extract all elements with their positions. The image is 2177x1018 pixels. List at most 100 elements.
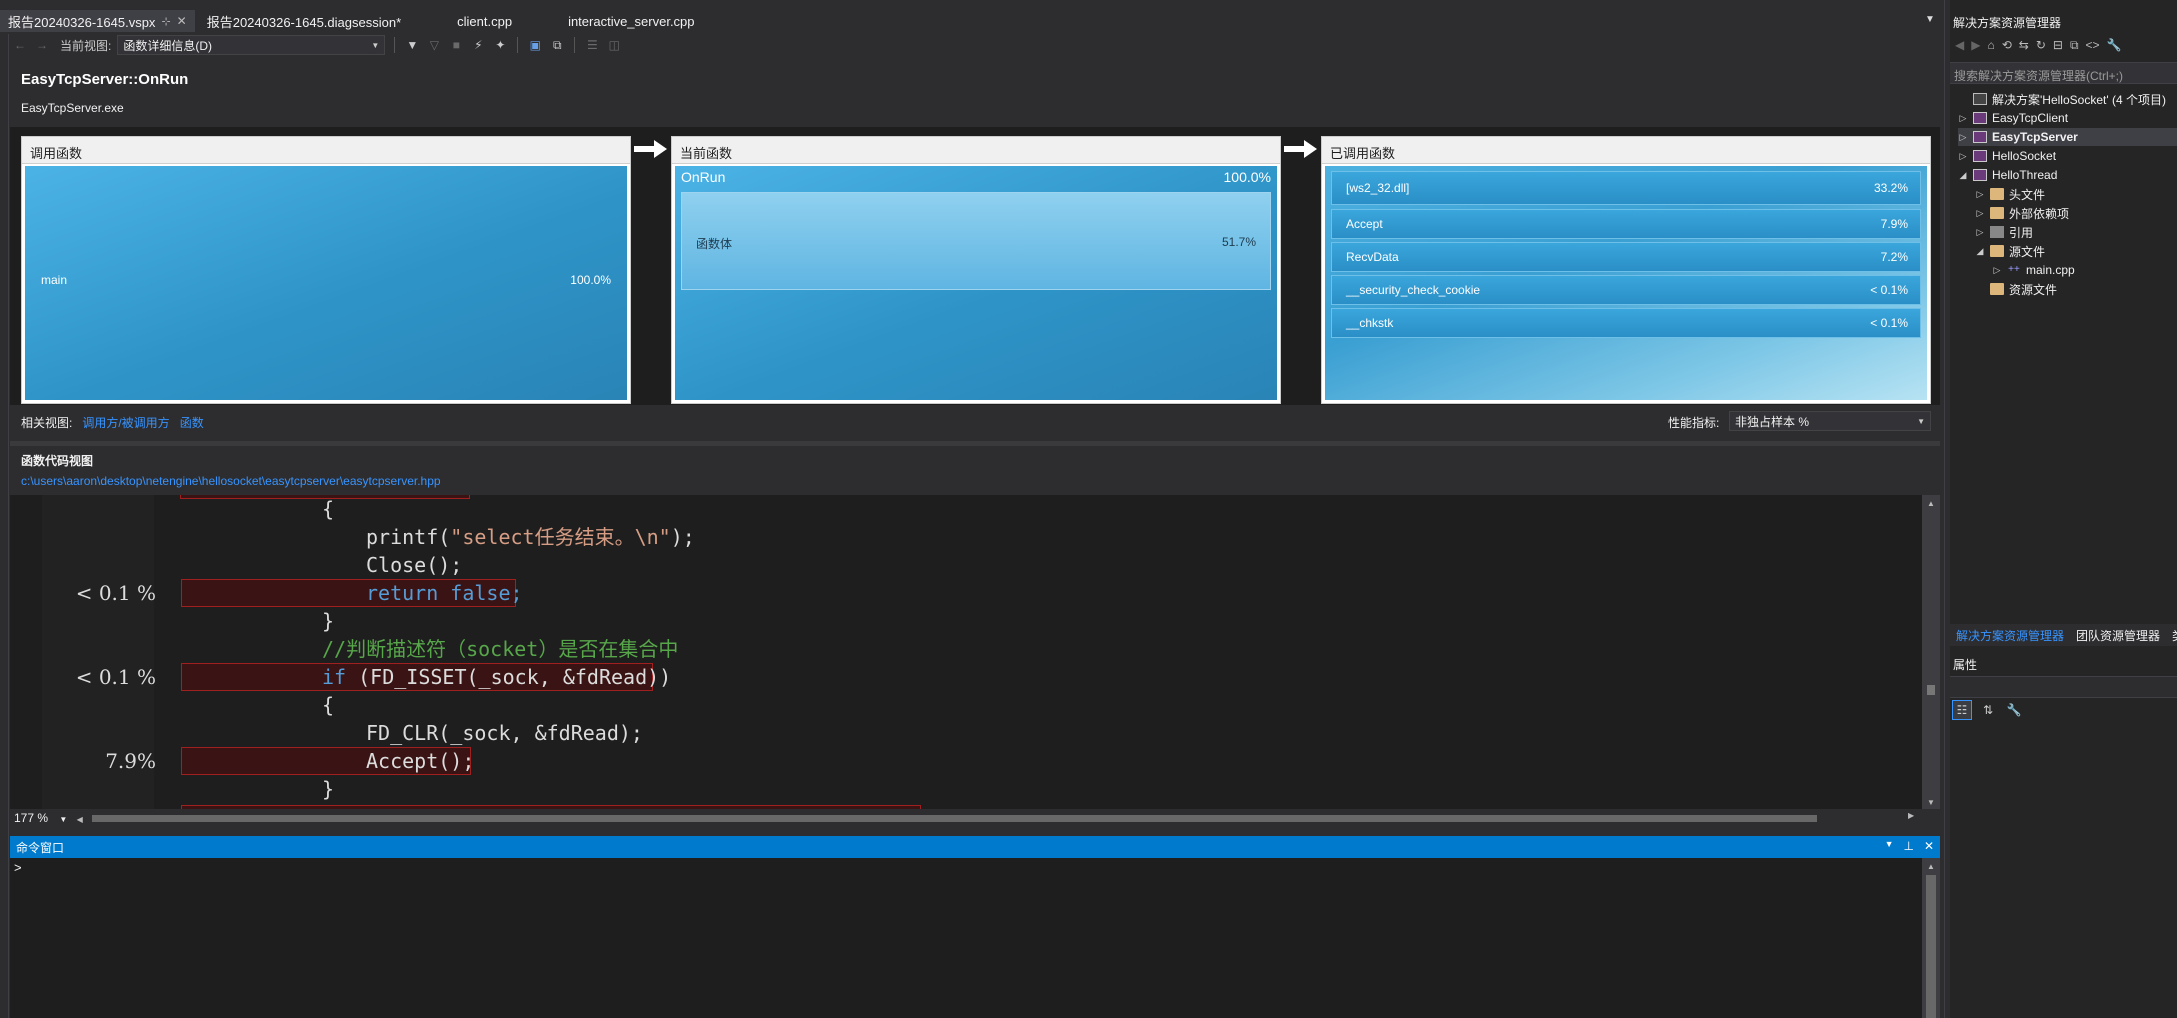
sync-icon[interactable]: ⇆ <box>2019 38 2029 53</box>
metric-select[interactable]: 非独占样本 % ▼ <box>1729 411 1931 431</box>
tree-folder-resources[interactable]: 资源文件 <box>1975 280 2057 298</box>
collapse-icon[interactable]: ◢ <box>1975 246 1985 257</box>
code-view-title: 函数代码视图 <box>21 454 94 468</box>
code-file-path[interactable]: c:\users\aaron\desktop\netengine\helloso… <box>21 474 441 488</box>
current-function-box[interactable]: OnRun 100.0% 函数体 51.7% <box>675 166 1277 400</box>
callee-item[interactable]: [ws2_32.dll] 33.2% <box>1331 171 1921 205</box>
project-icon <box>1973 169 1987 181</box>
callee-item[interactable]: Accept 7.9% <box>1331 209 1921 239</box>
split-vertical-icon[interactable]: ◫ <box>606 37 622 53</box>
show-all-files-icon[interactable]: ⧉ <box>2070 38 2079 53</box>
tree-folder-headers[interactable]: ▷ 头文件 <box>1975 185 2045 203</box>
close-icon[interactable]: ✕ <box>177 14 187 28</box>
expand-icon[interactable]: ▷ <box>1992 265 2002 276</box>
pin-icon[interactable]: ⊹ <box>161 15 170 28</box>
collapse-icon[interactable]: ◢ <box>1958 170 1968 181</box>
expand-icon[interactable]: ▷ <box>1975 208 1985 219</box>
code-vertical-scrollbar[interactable]: ▲ ▼ <box>1922 495 1940 809</box>
save-icon[interactable]: ▣ <box>527 37 543 53</box>
tree-project-easytcpclient[interactable]: ▷ EasyTcpClient <box>1958 109 2069 127</box>
alphabetical-icon[interactable]: ⇅ <box>1978 700 1998 720</box>
callee-item[interactable]: __security_check_cookie < 0.1% <box>1331 275 1921 305</box>
command-window-header: 命令窗口 ▼ ⊥ ✕ <box>10 836 1940 858</box>
callee-item[interactable]: RecvData 7.2% <box>1331 242 1921 272</box>
chevron-down-icon: ▼ <box>371 40 380 50</box>
forward-arrow-icon[interactable]: → <box>34 37 50 53</box>
tree-solution[interactable]: 解决方案'HelloSocket' (4 个项目) <box>1958 90 2166 108</box>
scroll-left-icon[interactable]: ◀ <box>77 815 83 824</box>
tree-project-hellothread[interactable]: ◢ HelloThread <box>1958 166 2058 184</box>
callers-callees-link[interactable]: 调用方/被调用方 <box>82 414 169 431</box>
filter-icon[interactable]: ▼ <box>404 37 420 53</box>
current-function-percent: 100.0% <box>1223 169 1271 185</box>
tree-project-easytcpserver[interactable]: ▷ EasyTcpServer <box>1958 128 2177 146</box>
hot-path-icon[interactable]: ⚡ <box>470 37 486 53</box>
command-scroll-thumb[interactable] <box>1926 875 1936 1018</box>
callee-percent: 7.9% <box>1880 217 1908 231</box>
switch-views-icon[interactable]: ⟲ <box>2002 38 2012 53</box>
code-line: { <box>322 693 335 717</box>
expand-icon[interactable]: ▷ <box>1958 132 1968 143</box>
flow-arrow-icon <box>1284 140 1317 158</box>
functions-link[interactable]: 函数 <box>180 414 204 431</box>
expand-icon[interactable]: ▷ <box>1958 151 1968 162</box>
pin-icon[interactable]: ⊥ <box>1903 839 1913 853</box>
current-view-value: 函数详细信息(D) <box>123 38 213 53</box>
function-body-box[interactable]: 函数体 51.7% <box>681 192 1271 290</box>
callee-name: RecvData <box>1346 250 1399 264</box>
tab-team-explorer[interactable]: 团队资源管理器 <box>2070 625 2166 646</box>
splitter[interactable] <box>10 441 1940 446</box>
horizontal-scroll-thumb[interactable] <box>92 815 1817 822</box>
tab-overflow-dropdown-icon[interactable]: ▼ <box>1925 14 1935 25</box>
expand-icon[interactable]: ▷ <box>1975 227 1985 238</box>
expand-icon[interactable]: ▷ <box>1975 189 1985 200</box>
tab-report-diagsession[interactable]: 报告20240326-1645.diagsession* <box>199 10 409 32</box>
scroll-right-icon[interactable]: ▶ <box>1908 811 1914 820</box>
scroll-up-icon[interactable]: ▲ <box>1927 862 1935 871</box>
property-pages-icon[interactable]: 🔧 <box>2004 700 2024 720</box>
tree-folder-sources[interactable]: ◢ 源文件 <box>1975 242 2045 260</box>
collapse-all-icon[interactable]: ⊟ <box>2053 38 2063 53</box>
properties-wrench-icon[interactable]: 🔧 <box>2107 38 2122 53</box>
tab-solution-explorer[interactable]: 解决方案资源管理器 <box>1950 625 2070 646</box>
caller-main[interactable]: main 100.0% <box>25 166 627 400</box>
back-arrow-icon[interactable]: ← <box>12 37 28 53</box>
refresh-icon[interactable]: ↻ <box>2036 38 2046 53</box>
tab-report-vspx[interactable]: 报告20240326-1645.vspx ⊹ ✕ <box>0 10 195 32</box>
command-window-body[interactable] <box>10 858 1922 1018</box>
zoom-level[interactable]: 177 % ▼ ◀ <box>14 811 83 825</box>
close-icon[interactable]: ✕ <box>1924 839 1934 853</box>
callee-item[interactable]: __chkstk < 0.1% <box>1331 308 1921 338</box>
code-editor[interactable]: { printf("select任务结束。\n"); Close(); < 0.… <box>10 495 1922 809</box>
scroll-thumb[interactable] <box>1927 685 1935 695</box>
window-dropdown-icon[interactable]: ▼ <box>1885 839 1894 853</box>
tab-class-view[interactable]: 类 <box>2166 625 2177 646</box>
export-icon[interactable]: ⧉ <box>549 37 565 53</box>
filter-clear-icon[interactable]: ▽ <box>426 37 442 53</box>
tab-client-cpp[interactable]: client.cpp <box>449 10 520 32</box>
chevron-down-icon: ▼ <box>59 815 68 824</box>
tree-external-deps[interactable]: ▷ 外部依赖项 <box>1975 204 2069 222</box>
split-horizontal-icon[interactable]: ☰ <box>584 37 600 53</box>
expand-icon[interactable]: ▷ <box>1958 113 1968 124</box>
code-line: Accept(); <box>366 749 475 773</box>
tree-file-main-cpp[interactable]: ▷ ++ main.cpp <box>1992 261 2075 279</box>
categorized-icon[interactable]: ☷ <box>1952 700 1972 720</box>
flow-arrow-icon <box>634 140 667 158</box>
tab-interactive-server-cpp[interactable]: interactive_server.cpp <box>560 10 702 32</box>
tree-project-hellosocket[interactable]: ▷ HelloSocket <box>1958 147 2057 165</box>
solution-search-input[interactable]: 搜索解决方案资源管理器(Ctrl+;) <box>1950 62 2177 84</box>
current-view-select[interactable]: 函数详细信息(D) ▼ <box>117 35 386 55</box>
module-name: EasyTcpServer.exe <box>21 101 124 115</box>
scroll-down-icon[interactable]: ▼ <box>1927 798 1935 807</box>
view-code-icon[interactable]: <> <box>2086 38 2100 53</box>
scroll-up-icon[interactable]: ▲ <box>1927 499 1935 508</box>
stop-icon[interactable]: ■ <box>448 37 464 53</box>
home-icon[interactable]: ⌂ <box>1987 38 1994 53</box>
hot-path-filter-icon[interactable]: ✦ <box>492 37 508 53</box>
forward-icon[interactable]: ▶ <box>1971 38 1980 53</box>
tree-references[interactable]: ▷ 引用 <box>1975 223 2033 241</box>
tree-label: EasyTcpClient <box>1992 111 2069 125</box>
back-icon[interactable]: ◀ <box>1955 38 1964 53</box>
properties-object-select[interactable] <box>1950 676 2177 698</box>
